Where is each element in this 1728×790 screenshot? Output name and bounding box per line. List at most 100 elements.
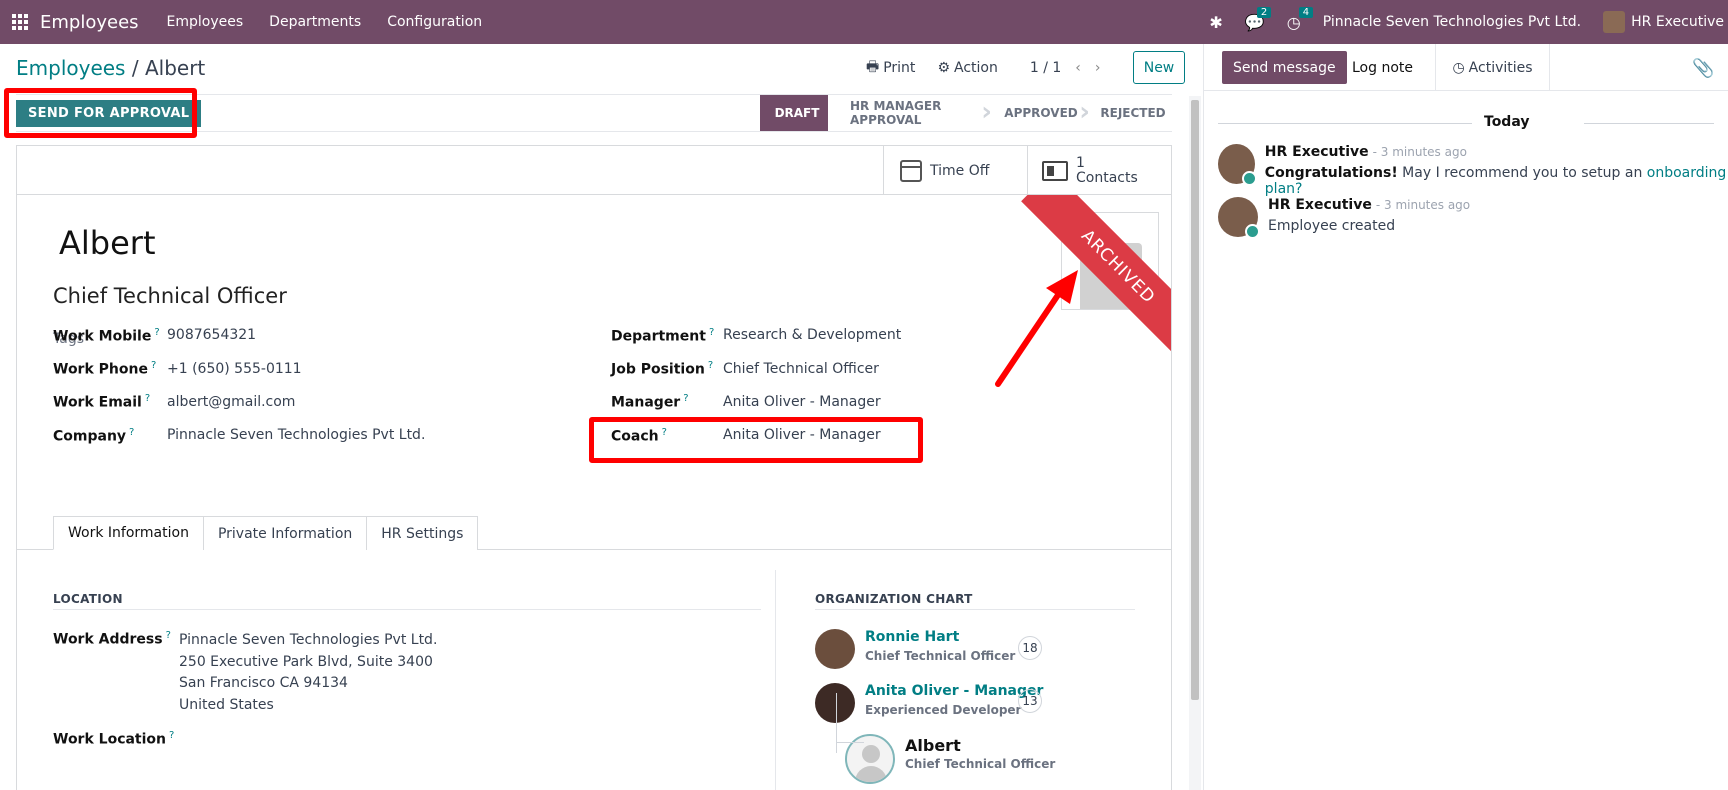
job-position-value[interactable]: Chief Technical Officer <box>723 361 879 377</box>
employee-name[interactable]: Albert <box>59 224 155 262</box>
menu-departments[interactable]: Departments <box>269 14 361 30</box>
org-connector-line <box>836 693 837 753</box>
message-body: Congratulations! May I recommend you to … <box>1264 165 1727 197</box>
tab-work-information[interactable]: Work Information <box>53 516 204 550</box>
calendar-icon <box>900 159 922 182</box>
message-time: - 3 minutes ago <box>1372 145 1467 159</box>
field-company: Company? <box>53 427 135 445</box>
help-icon: ? <box>144 393 151 404</box>
org-subordinates-count[interactable]: 13 <box>1018 689 1042 713</box>
help-icon: ? <box>150 360 157 371</box>
menu-configuration[interactable]: Configuration <box>387 14 482 30</box>
message-author[interactable]: HR Executive <box>1265 144 1369 160</box>
activities-button[interactable]: ◷ Activities <box>1436 44 1550 91</box>
help-icon: ? <box>708 327 715 338</box>
chatter-divider <box>1203 44 1204 790</box>
org-person-role: Chief Technical Officer <box>865 649 1016 663</box>
org-chart-item-self: Albert Chief Technical Officer <box>845 734 1055 784</box>
column-divider <box>775 570 776 790</box>
pager-value[interactable]: 1 / 1 <box>1030 60 1061 76</box>
pager-next-icon[interactable]: › <box>1095 60 1101 76</box>
contacts-button[interactable]: 1 Contacts <box>1027 146 1171 195</box>
send-message-button[interactable]: Send message <box>1222 51 1347 84</box>
pager-prev-icon[interactable]: ‹ <box>1075 60 1081 76</box>
work-phone-value[interactable]: +1 (650) 555-0111 <box>167 361 302 377</box>
breadcrumb: Employees / Albert <box>16 56 205 80</box>
paperclip-icon[interactable]: 📎 <box>1692 58 1714 79</box>
work-address-value[interactable]: Pinnacle Seven Technologies Pvt Ltd. 250… <box>179 630 437 716</box>
org-person-name[interactable]: Anita Oliver - Manager <box>865 683 1043 699</box>
activities-clock-icon[interactable]: ◷ 4 <box>1287 6 1314 32</box>
printer-icon: 🖶 <box>866 59 880 75</box>
date-separator: Today <box>1484 114 1530 130</box>
field-work-address: Work Address? <box>53 630 171 648</box>
log-note-button[interactable]: Log note <box>1330 44 1436 91</box>
avatar <box>815 629 855 669</box>
org-person-name[interactable]: Ronnie Hart <box>865 629 1015 645</box>
tab-hr-settings[interactable]: HR Settings <box>366 516 479 550</box>
manager-value[interactable]: Anita Oliver - Manager <box>723 394 881 410</box>
gear-icon: ⚙ <box>937 60 950 76</box>
scrollbar-thumb[interactable] <box>1191 100 1199 700</box>
stage-hr-manager-approval[interactable]: HR MANAGER APPROVAL › <box>828 95 992 131</box>
action-button[interactable]: ⚙ Action <box>937 60 997 76</box>
smart-button-bar: Time Off 1 Contacts <box>17 146 1171 195</box>
breadcrumb-current: Albert <box>144 56 206 80</box>
avatar <box>815 683 855 723</box>
help-icon: ? <box>154 327 160 338</box>
help-icon: ? <box>165 630 171 641</box>
messages-icon[interactable]: 💬 2 <box>1245 6 1272 32</box>
section-divider <box>53 609 761 610</box>
form-sheet: Time Off 1 Contacts Albert Chief Technica… <box>16 145 1172 790</box>
employee-job-title[interactable]: Chief Technical Officer <box>53 284 287 308</box>
stage-approved[interactable]: APPROVED › <box>988 95 1090 131</box>
time-off-button[interactable]: Time Off <box>883 146 1027 195</box>
field-work-mobile: Work Mobile? <box>53 327 160 345</box>
chatter-toolbar: Send message Log note ◷ Activities 📎 <box>1204 44 1728 91</box>
message-time: - 3 minutes ago <box>1375 198 1471 212</box>
work-email-value[interactable]: albert@gmail.com <box>167 394 295 410</box>
org-chart-item-ronnie[interactable]: Ronnie Hart Chief Technical Officer <box>815 629 1015 669</box>
field-job-position: Job Position? <box>611 360 714 378</box>
menu-employees[interactable]: Employees <box>167 14 244 30</box>
control-panel-actions: 🖶 Print ⚙ Action 1 / 1 ‹ › <box>866 56 1101 80</box>
field-department: Department? <box>611 327 715 345</box>
field-manager: Manager? <box>611 393 689 411</box>
contact-card-icon <box>1042 160 1068 181</box>
new-button[interactable]: New <box>1133 51 1185 84</box>
stage-rejected[interactable]: REJECTED <box>1086 95 1172 131</box>
app-name[interactable]: Employees <box>40 12 139 33</box>
org-subordinates-count[interactable]: 18 <box>1018 636 1042 660</box>
help-icon: ? <box>169 730 175 741</box>
org-self-name: Albert <box>905 736 961 755</box>
field-work-location: Work Location? <box>53 730 175 748</box>
author-avatar[interactable] <box>1218 197 1260 239</box>
user-menu[interactable]: HR Executive <box>1603 11 1724 33</box>
stage-pipeline: DRAFT HR MANAGER APPROVAL › APPROVED › REJ… <box>760 95 1172 131</box>
org-chart-item-anita[interactable]: Anita Oliver - Manager Experienced Develo… <box>815 683 1043 723</box>
clock-icon: ◷ <box>1452 59 1465 76</box>
debug-bug-icon[interactable]: ✱ <box>1209 13 1222 32</box>
highlight-box-send-approval <box>4 88 197 138</box>
print-button[interactable]: 🖶 Print <box>866 56 915 80</box>
work-mobile-value[interactable]: 9087654321 <box>167 327 256 343</box>
annotation-arrow-icon <box>995 270 1078 387</box>
company-value[interactable]: Pinnacle Seven Technologies Pvt Ltd. <box>167 427 425 443</box>
author-avatar[interactable] <box>1218 144 1257 186</box>
apps-menu-icon[interactable] <box>12 14 28 30</box>
section-divider <box>815 609 1135 610</box>
form-tabs: Work Information Private Information HR … <box>53 516 479 550</box>
help-icon: ? <box>707 360 714 371</box>
stage-draft[interactable]: DRAFT <box>760 95 828 131</box>
form-scrollbar[interactable] <box>1189 96 1201 790</box>
breadcrumb-employees-link[interactable]: Employees <box>16 56 125 80</box>
department-value[interactable]: Research & Development <box>723 327 901 343</box>
top-navbar: Employees Employees Departments Configur… <box>0 0 1728 44</box>
location-section-title: LOCATION <box>53 592 123 606</box>
company-switcher[interactable]: Pinnacle Seven Technologies Pvt Ltd. <box>1323 14 1581 30</box>
tab-private-information[interactable]: Private Information <box>202 516 368 550</box>
highlight-box-manager <box>589 417 923 463</box>
user-avatar <box>1603 11 1626 33</box>
org-chart-title: ORGANIZATION CHART <box>815 592 973 606</box>
message-author[interactable]: HR Executive <box>1268 197 1372 213</box>
